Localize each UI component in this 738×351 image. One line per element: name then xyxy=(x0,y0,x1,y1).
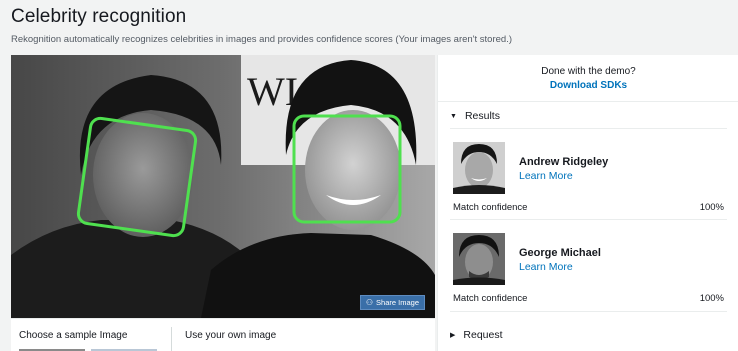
results-label: Results xyxy=(464,110,500,122)
share-image-label: Share Image xyxy=(376,298,419,307)
divider xyxy=(450,311,727,312)
caret-down-icon: ▼ xyxy=(450,112,457,120)
sample-divider xyxy=(171,327,172,351)
match-confidence-label: Match confidence xyxy=(453,202,528,213)
request-label: Request xyxy=(463,329,503,341)
divider xyxy=(438,101,738,102)
divider xyxy=(450,128,727,129)
match-confidence-label: Match confidence xyxy=(453,293,528,304)
share-image-button[interactable]: ⚇ Share Image xyxy=(359,295,425,310)
share-icon: ⚇ xyxy=(365,297,374,307)
celebrity-name: George Michael xyxy=(519,247,601,259)
sample-image-bar: Choose a sample Image Use your own image xyxy=(11,318,435,351)
image-canvas: WI THE ⚇ Share Image xyxy=(11,55,435,318)
results-panel: Done with the demo? Download SDKs ▼ Resu… xyxy=(437,55,738,351)
download-sdks-link[interactable]: Download SDKs xyxy=(438,80,738,91)
match-confidence-value: 100% xyxy=(699,293,724,304)
learn-more-link[interactable]: Learn More xyxy=(519,170,573,182)
divider xyxy=(450,219,727,220)
match-confidence-value: 100% xyxy=(699,202,724,213)
celebrity-thumbnail xyxy=(453,233,505,285)
celebrity-name: Andrew Ridgeley xyxy=(519,156,609,168)
choose-sample-label: Choose a sample Image xyxy=(19,330,128,341)
results-section-toggle[interactable]: ▼ Results xyxy=(450,110,500,122)
page-subtitle: Rekognition automatically recognizes cel… xyxy=(11,34,512,45)
celebrity-photo: WI THE xyxy=(11,55,435,318)
learn-more-link[interactable]: Learn More xyxy=(519,261,573,273)
celebrity-thumbnail xyxy=(453,142,505,194)
use-own-image-label[interactable]: Use your own image xyxy=(185,330,276,341)
request-section-toggle[interactable]: ▶ Request xyxy=(450,329,503,341)
caret-right-icon: ▶ xyxy=(450,332,456,339)
page-title: Celebrity recognition xyxy=(11,6,187,27)
done-with-demo-text: Done with the demo? xyxy=(541,66,636,77)
